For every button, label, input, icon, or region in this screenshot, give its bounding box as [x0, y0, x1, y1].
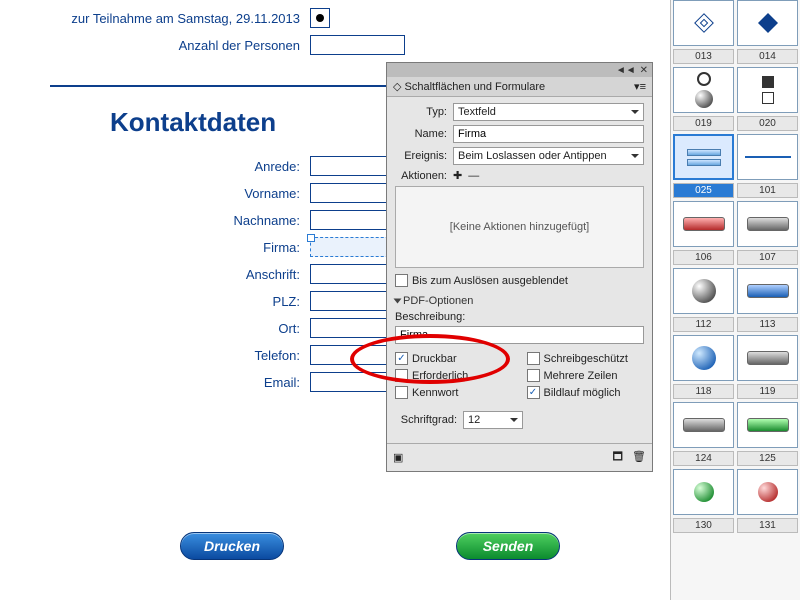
cb-bildlauf[interactable]: ✓Bildlauf möglich — [527, 386, 645, 399]
typ-label: Typ: — [395, 106, 453, 118]
lib-item-101[interactable] — [737, 134, 798, 180]
lib-label: 125 — [737, 451, 798, 466]
cb-kennwort[interactable]: Kennwort — [395, 386, 513, 399]
lib-item-124[interactable] — [673, 402, 734, 448]
schriftgrad-label: Schriftgrad: — [395, 414, 463, 426]
panel-menu-icon[interactable]: ▾≡ — [634, 80, 646, 93]
cb-druckbar[interactable]: ✓Druckbar — [395, 352, 513, 365]
lib-label: 014 — [737, 49, 798, 64]
label-plz: PLZ: — [0, 294, 310, 309]
label-anschrift: Anschrift: — [0, 267, 310, 282]
lib-label: 013 — [673, 49, 734, 64]
properties-panel: ◄◄ ✕ ◇ Schaltflächen und Formulare ▾≡ Ty… — [386, 62, 653, 472]
convert-icon[interactable]: 🗖 — [613, 451, 623, 463]
label-nachname: Nachname: — [0, 213, 310, 228]
action-remove-icon[interactable]: — — [468, 170, 479, 182]
label-anrede: Anrede: — [0, 159, 310, 174]
hide-until-trigger-check[interactable]: Bis zum Auslösen ausgeblendet — [395, 274, 644, 287]
beschreibung-input[interactable] — [395, 326, 644, 344]
cb-erforderlich[interactable]: Erforderlich — [395, 369, 513, 382]
label-vorname: Vorname: — [0, 186, 310, 201]
lib-label: 020 — [737, 116, 798, 131]
persons-label: Anzahl der Personen — [0, 38, 310, 53]
lib-item-125[interactable] — [737, 402, 798, 448]
lib-label: 101 — [737, 183, 798, 198]
lib-item-106[interactable] — [673, 201, 734, 247]
cb-mehrere-zeilen[interactable]: Mehrere Zeilen — [527, 369, 645, 382]
aktionen-label: Aktionen: — [395, 170, 453, 182]
action-add-icon[interactable]: ✚ — [453, 169, 462, 182]
panel-close-icon[interactable]: ✕ — [640, 65, 648, 76]
beschreibung-label: Beschreibung: — [395, 311, 644, 323]
actions-list[interactable]: [Keine Aktionen hinzugefügt] — [395, 186, 644, 268]
pdf-options-toggle[interactable]: PDF-Optionen — [395, 295, 644, 307]
label-ort: Ort: — [0, 321, 310, 336]
lib-label: 107 — [737, 250, 798, 265]
participation-checkbox[interactable] — [310, 8, 330, 28]
label-email: Email: — [0, 375, 310, 390]
send-button[interactable]: Senden — [456, 532, 560, 560]
lib-item-020[interactable] — [737, 67, 798, 113]
lib-label: 124 — [673, 451, 734, 466]
lib-item-019[interactable] — [673, 67, 734, 113]
schriftgrad-select[interactable]: 12 — [463, 411, 523, 429]
lib-item-025[interactable] — [673, 134, 734, 180]
label-firma: Firma: — [0, 240, 310, 255]
lib-label: 106 — [673, 250, 734, 265]
panel-tab[interactable]: ◇ Schaltflächen und Formulare ▾≡ — [387, 77, 652, 97]
label-telefon: Telefon: — [0, 348, 310, 363]
panel-collapse-icon[interactable]: ◄◄ — [616, 65, 636, 76]
lib-item-107[interactable] — [737, 201, 798, 247]
lib-label: 119 — [737, 384, 798, 399]
cb-schreibgeschuetzt[interactable]: Schreibgeschützt — [527, 352, 645, 365]
lib-item-013[interactable] — [673, 0, 734, 46]
panel-titlebar[interactable]: ◄◄ ✕ — [387, 63, 652, 77]
typ-select[interactable]: Textfeld — [453, 103, 644, 121]
lib-label: 025 — [673, 183, 734, 198]
name-input[interactable] — [453, 125, 644, 143]
persons-input[interactable] — [310, 35, 405, 55]
lib-item-119[interactable] — [737, 335, 798, 381]
lib-item-113[interactable] — [737, 268, 798, 314]
lib-label: 112 — [673, 317, 734, 332]
lib-label: 131 — [737, 518, 798, 533]
preview-icon[interactable]: ▣ — [393, 451, 403, 464]
button-library: 013 014 019 020 025 101 106 107 112 113 — [670, 0, 800, 600]
lib-item-014[interactable] — [737, 0, 798, 46]
lib-label: 113 — [737, 317, 798, 332]
lib-item-118[interactable] — [673, 335, 734, 381]
lib-item-130[interactable] — [673, 469, 734, 515]
print-button[interactable]: Drucken — [180, 532, 284, 560]
lib-label: 118 — [673, 384, 734, 399]
ereignis-select[interactable]: Beim Loslassen oder Antippen — [453, 147, 644, 165]
trash-icon[interactable]: 🗑 — [632, 451, 646, 463]
lib-item-131[interactable] — [737, 469, 798, 515]
lib-label: 019 — [673, 116, 734, 131]
participation-label: zur Teilnahme am Samstag, 29.11.2013 — [0, 11, 310, 26]
lib-label: 130 — [673, 518, 734, 533]
ereignis-label: Ereignis: — [395, 150, 453, 162]
name-label: Name: — [395, 128, 453, 140]
lib-item-112[interactable] — [673, 268, 734, 314]
